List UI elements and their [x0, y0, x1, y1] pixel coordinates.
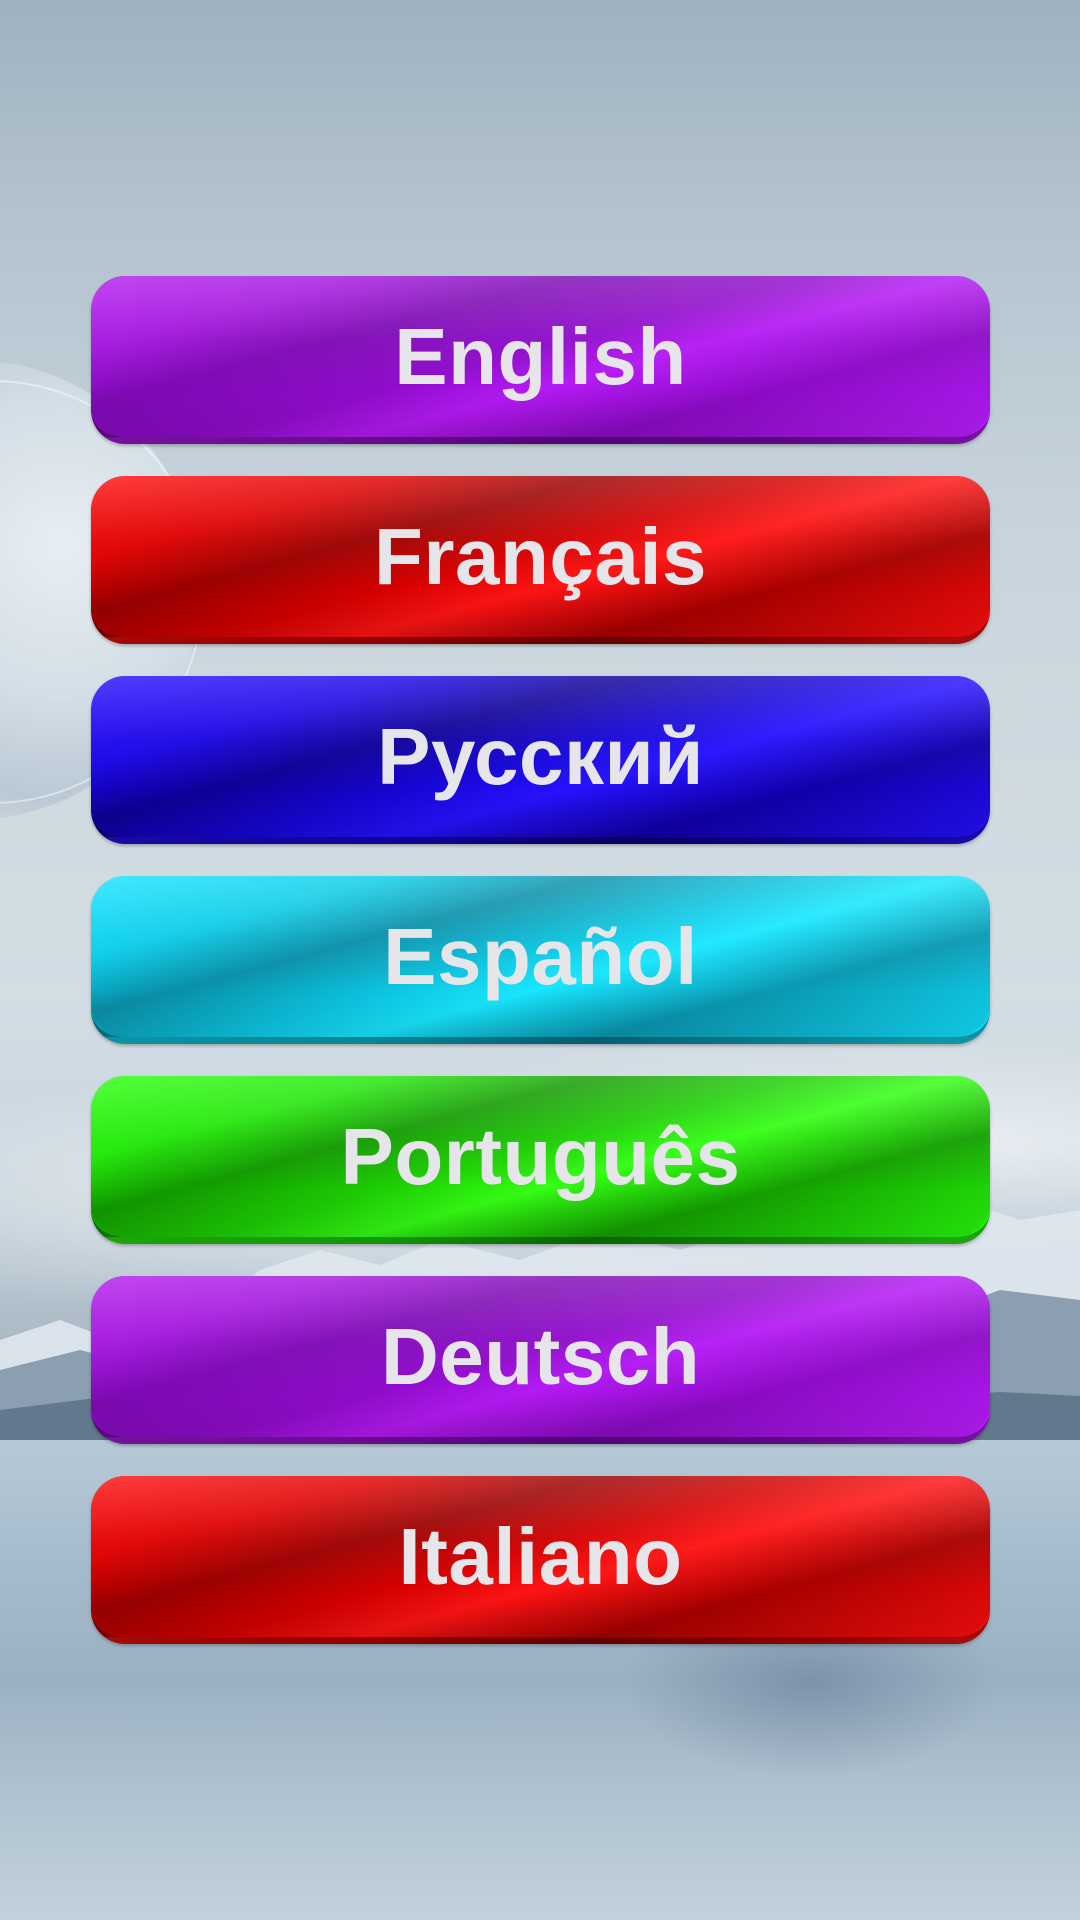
francais-label: Français — [373, 511, 708, 601]
russkiy-label: Русский — [377, 711, 704, 801]
portugues-label: Português — [340, 1111, 741, 1201]
russkiy-button[interactable]: Русский — [91, 676, 990, 844]
espanol-button[interactable]: Español — [91, 876, 990, 1044]
mountain-reflection — [620, 1640, 1000, 1780]
francais-button[interactable]: Français — [91, 476, 990, 644]
english-button[interactable]: English — [91, 276, 990, 444]
portugues-button[interactable]: Português — [91, 1076, 990, 1244]
language-menu: English Français Русский Español Portugu… — [91, 276, 990, 1644]
espanol-label: Español — [383, 911, 698, 1001]
deutsch-button[interactable]: Deutsch — [91, 1276, 990, 1444]
deutsch-label: Deutsch — [380, 1311, 701, 1401]
italiano-label: Italiano — [398, 1511, 683, 1601]
english-label: English — [394, 311, 687, 401]
italiano-button[interactable]: Italiano — [91, 1476, 990, 1644]
